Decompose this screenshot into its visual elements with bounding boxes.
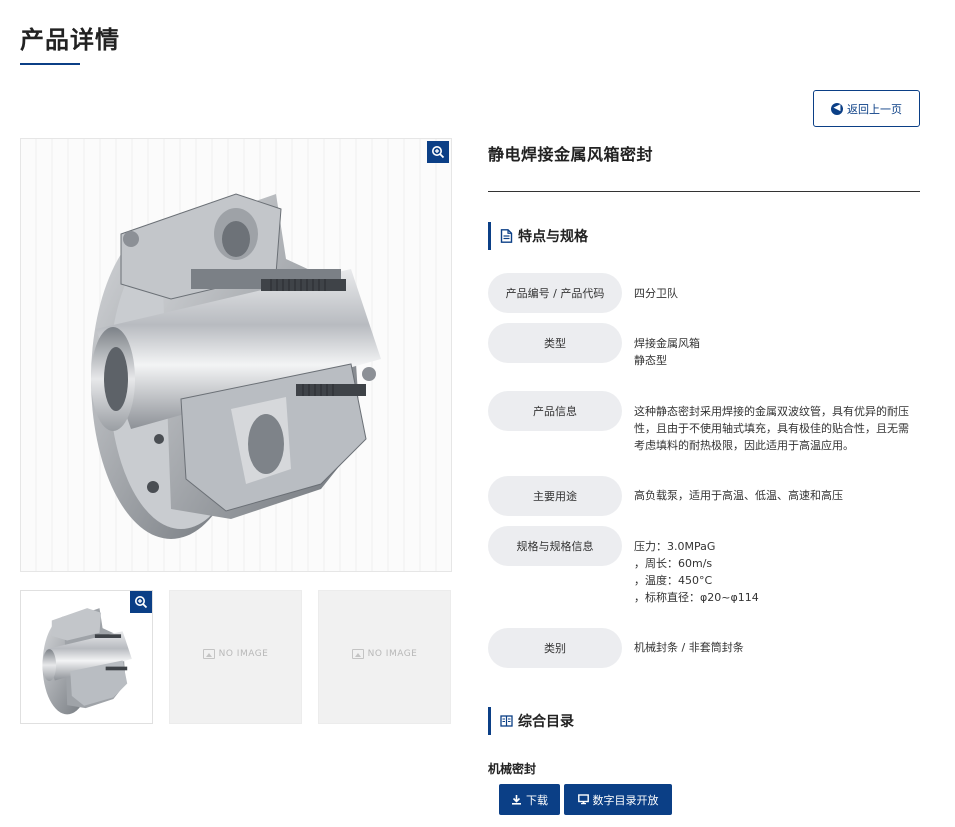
spec-value-line: ，温度：450°C bbox=[634, 574, 713, 587]
download-button-label: 下载 bbox=[526, 793, 548, 807]
download-icon bbox=[512, 795, 521, 805]
product-name: 静电焊接金属风箱密封 bbox=[488, 145, 654, 164]
spec-value-specifications: 压力：3.0MPaG ，周长：60m/s ，温度：450°C ，标称直径：φ20… bbox=[634, 538, 924, 606]
spec-label-category: 类别 bbox=[488, 628, 622, 668]
catalog-section-heading: 综合目录 bbox=[488, 707, 574, 735]
no-image-placeholder: NO IMAGE bbox=[170, 649, 301, 659]
features-section-heading: 特点与规格 bbox=[488, 222, 588, 250]
no-image-text: NO IMAGE bbox=[218, 649, 269, 659]
zoom-in-icon bbox=[135, 596, 148, 609]
spec-value-category: 机械封条 / 非套筒封条 bbox=[634, 639, 924, 656]
spec-value-line: 四分卫队 bbox=[634, 287, 678, 300]
image-placeholder-icon bbox=[202, 649, 215, 659]
spec-value-line: 静态型 bbox=[634, 354, 667, 367]
spec-label-product-info: 产品信息 bbox=[488, 391, 622, 431]
spec-value-line: 机械封条 / 非套筒封条 bbox=[634, 641, 744, 654]
catalog-category-label: 机械密封 bbox=[488, 762, 537, 776]
features-section-title: 特点与规格 bbox=[518, 229, 588, 245]
monitor-icon bbox=[577, 794, 589, 805]
mechanical-seal-illustration bbox=[91, 193, 381, 539]
arrow-left-circle-icon: ◀ bbox=[831, 102, 843, 115]
spec-value-line: ，标称直径：φ20~φ114 bbox=[634, 591, 759, 604]
thumbnail-2[interactable]: NO IMAGE bbox=[169, 590, 302, 724]
zoom-in-icon bbox=[432, 146, 445, 159]
thumbnail-1[interactable] bbox=[20, 590, 153, 724]
spec-label-main-use: 主要用途 bbox=[488, 476, 622, 516]
spec-value-line: 性，且由于不使用轴式填充，具有极佳的贴合性，且无需 bbox=[634, 422, 909, 435]
catalog-section-title: 综合目录 bbox=[518, 714, 574, 730]
spec-value-line: 这种静态密封采用焊接的金属双波纹管，具有优异的耐压 bbox=[634, 405, 909, 418]
title-underline bbox=[20, 63, 80, 65]
book-icon bbox=[500, 715, 513, 727]
main-product-image[interactable] bbox=[20, 138, 452, 572]
spec-label-product-code: 产品编号 / 产品代码 bbox=[488, 273, 622, 313]
spec-value-type: 焊接金属风箱 静态型 bbox=[634, 335, 924, 369]
zoom-in-button[interactable] bbox=[427, 141, 449, 163]
download-button[interactable]: 下载 bbox=[499, 784, 560, 815]
digital-catalog-button[interactable]: 数字目录开放 bbox=[564, 784, 672, 815]
back-button-label: 返回上一页 bbox=[847, 102, 902, 116]
spec-value-line: 焊接金属风箱 bbox=[634, 337, 700, 350]
spec-value-line: ，周长：60m/s bbox=[634, 557, 713, 570]
back-button[interactable]: ◀ 返回上一页 bbox=[813, 90, 920, 127]
spec-value-product-code: 四分卫队 bbox=[634, 285, 924, 302]
thumbnail-zoom-button[interactable] bbox=[130, 591, 152, 613]
spec-value-line: 高负载泵，适用于高温、低温、高速和高压 bbox=[634, 489, 843, 502]
spec-value-line: 考虑填料的耐热极限，因此适用于高温应用。 bbox=[634, 439, 854, 452]
spec-label-specifications: 规格与规格信息 bbox=[488, 526, 622, 566]
digital-catalog-button-label: 数字目录开放 bbox=[592, 793, 659, 807]
no-image-text: NO IMAGE bbox=[367, 649, 418, 659]
spec-value-main-use: 高负载泵，适用于高温、低温、高速和高压 bbox=[634, 487, 924, 504]
divider bbox=[488, 191, 920, 192]
spec-value-line: 压力：3.0MPaG bbox=[634, 540, 716, 553]
page-title: 产品详情 bbox=[20, 26, 120, 54]
spec-label-type: 类型 bbox=[488, 323, 622, 363]
spec-value-product-info: 这种静态密封采用焊接的金属双波纹管，具有优异的耐压 性，且由于不使用轴式填充，具… bbox=[634, 403, 924, 454]
no-image-placeholder: NO IMAGE bbox=[319, 649, 450, 659]
document-icon bbox=[500, 229, 513, 243]
thumbnail-3[interactable]: NO IMAGE bbox=[318, 590, 451, 724]
image-placeholder-icon bbox=[351, 649, 364, 659]
